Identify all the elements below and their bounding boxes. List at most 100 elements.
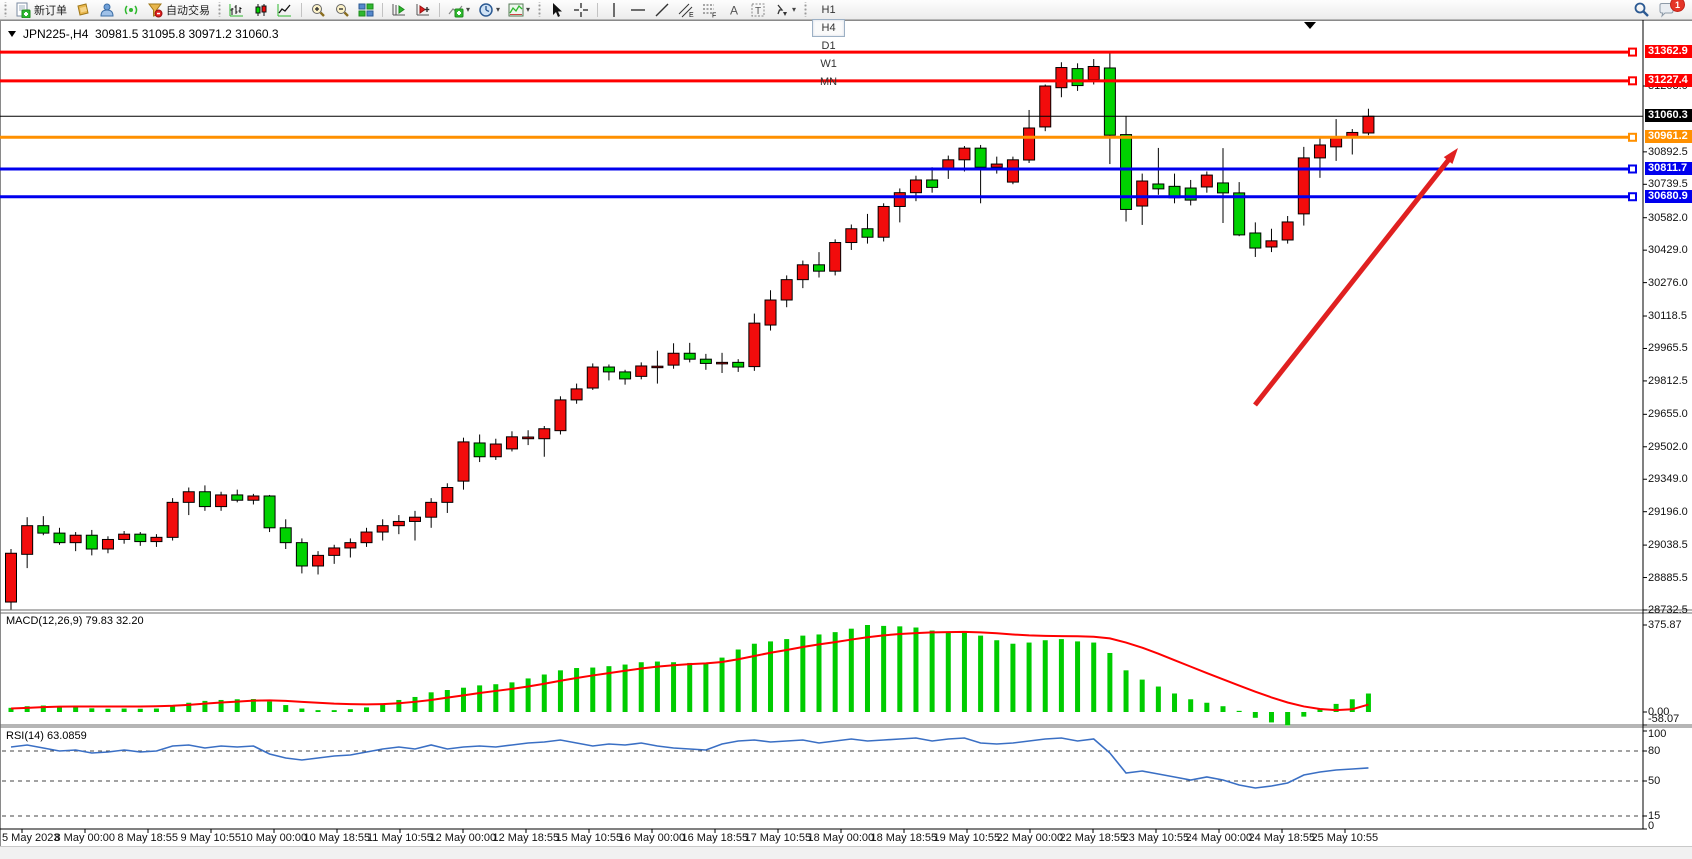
new-order-icon bbox=[15, 2, 31, 18]
toolbar-grip bbox=[537, 2, 542, 17]
periods-button[interactable]: ▾ bbox=[475, 1, 503, 18]
vertical-line-button[interactable] bbox=[603, 1, 625, 18]
price-tick-label: 30429.0 bbox=[1648, 244, 1692, 256]
notifications-button[interactable]: 1 bbox=[1655, 1, 1678, 18]
price-tick-label: 29196.0 bbox=[1648, 506, 1692, 518]
price-tick-label: 29965.5 bbox=[1648, 342, 1692, 354]
equidistant-channel-button[interactable]: E bbox=[675, 1, 697, 18]
horizontal-line-button[interactable] bbox=[627, 1, 649, 18]
macd-indicator-label: MACD(12,26,9) 79.83 32.20 bbox=[6, 615, 144, 627]
price-tick-label: 30582.0 bbox=[1648, 212, 1692, 224]
text-button[interactable]: A bbox=[723, 1, 745, 18]
macd-tick-label: -58.07 bbox=[1648, 713, 1692, 725]
time-axis-label: 8 May 00:00 bbox=[55, 832, 116, 844]
trendline-button[interactable] bbox=[651, 1, 673, 18]
autotrading-button[interactable]: 自动交易 bbox=[144, 1, 213, 18]
indicators-icon bbox=[448, 2, 464, 18]
text-label-button[interactable]: T bbox=[747, 1, 769, 18]
price-level-label: 30811.7 bbox=[1645, 162, 1692, 175]
zoom-out-button[interactable] bbox=[331, 1, 353, 18]
svg-text:F: F bbox=[712, 12, 716, 18]
price-level-label: 31362.9 bbox=[1645, 45, 1692, 58]
periods-icon bbox=[478, 2, 494, 18]
fibonacci-icon: F bbox=[702, 2, 718, 18]
new-order-label: 新订单 bbox=[34, 2, 67, 18]
cursor-button[interactable] bbox=[546, 1, 568, 18]
chart-title: JPN225-,H4 30981.5 31095.8 30971.2 31060… bbox=[8, 27, 279, 41]
zoom-in-icon bbox=[310, 2, 326, 18]
toolbar-grip bbox=[217, 2, 222, 17]
chart-canvas[interactable] bbox=[0, 0, 1692, 858]
cursor-icon bbox=[549, 2, 565, 18]
time-axis-label: 17 May 10:55 bbox=[745, 832, 812, 844]
price-tick-label: 28732.5 bbox=[1648, 604, 1692, 616]
arrows-button[interactable]: ▾ bbox=[771, 1, 799, 18]
indicators-button[interactable]: ▾ bbox=[445, 1, 473, 18]
timeframe-button-h1[interactable]: H1 bbox=[812, 1, 845, 19]
signals-button[interactable] bbox=[120, 1, 142, 18]
crosshair-button[interactable] bbox=[570, 1, 592, 18]
chart-shift-icon bbox=[415, 2, 431, 18]
price-tick-label: 29038.5 bbox=[1648, 539, 1692, 551]
autoscroll-button[interactable] bbox=[388, 1, 410, 18]
time-axis-label: 18 May 18:55 bbox=[871, 832, 938, 844]
price-tick-label: 30118.5 bbox=[1648, 310, 1692, 322]
price-level-label: 30961.2 bbox=[1645, 130, 1692, 143]
svg-text:T: T bbox=[755, 6, 761, 17]
templates-button[interactable]: ▾ bbox=[505, 1, 533, 18]
bar-chart-button[interactable] bbox=[226, 1, 248, 18]
chart-shift-button[interactable] bbox=[412, 1, 434, 18]
time-axis-label: 10 May 00:00 bbox=[241, 832, 308, 844]
community-button[interactable] bbox=[96, 1, 118, 18]
bar-chart-icon bbox=[229, 2, 245, 18]
price-level-label: 30680.9 bbox=[1645, 190, 1692, 203]
price-tick-label: 30892.5 bbox=[1648, 146, 1692, 158]
line-chart-icon bbox=[277, 2, 293, 18]
time-axis-label: 11 May 10:55 bbox=[367, 832, 433, 844]
candle-chart-icon bbox=[253, 2, 269, 18]
signals-icon bbox=[123, 2, 139, 18]
macd-tick-label: 375.87 bbox=[1648, 619, 1692, 631]
time-axis-label: 5 May 2023 bbox=[2, 832, 59, 844]
autotrading-icon bbox=[147, 2, 163, 18]
time-axis-label: 16 May 18:55 bbox=[682, 832, 749, 844]
trendline-icon bbox=[654, 2, 670, 18]
chart-symbol-period: JPN225-,H4 bbox=[23, 27, 88, 41]
timeframe-button-d1[interactable]: D1 bbox=[812, 37, 845, 55]
time-axis-label: 12 May 00:00 bbox=[430, 832, 497, 844]
chevron-down-icon: ▾ bbox=[792, 5, 796, 14]
price-tick-label: 28885.5 bbox=[1648, 572, 1692, 584]
new-order-button[interactable]: 新订单 bbox=[12, 1, 70, 18]
search-icon bbox=[1633, 1, 1650, 18]
price-tick-label: 29655.0 bbox=[1648, 408, 1692, 420]
candle-chart-button[interactable] bbox=[250, 1, 272, 18]
search-button[interactable] bbox=[1630, 1, 1653, 18]
timeframe-button-h4[interactable]: H4 bbox=[812, 19, 845, 37]
profiles-button[interactable] bbox=[72, 1, 94, 18]
community-icon bbox=[99, 2, 115, 18]
zoom-out-icon bbox=[334, 2, 350, 18]
toolbar: 新订单 自动交易 bbox=[0, 0, 1692, 20]
timeframe-button-mn[interactable]: MN bbox=[812, 73, 845, 91]
time-axis-label: 25 May 10:55 bbox=[1312, 832, 1379, 844]
fibonacci-button[interactable]: F bbox=[699, 1, 721, 18]
rsi-indicator-label: RSI(14) 63.0859 bbox=[6, 730, 87, 742]
time-axis-label: 18 May 00:00 bbox=[808, 832, 875, 844]
chevron-down-icon: ▾ bbox=[526, 5, 530, 14]
time-axis-label: 24 May 00:00 bbox=[1186, 832, 1253, 844]
time-axis-label: 12 May 18:55 bbox=[493, 832, 560, 844]
time-axis-label: 16 May 00:00 bbox=[619, 832, 686, 844]
time-axis-label: 23 May 10:55 bbox=[1123, 832, 1190, 844]
chart-ohlc-values: 30981.5 31095.8 30971.2 31060.3 bbox=[95, 27, 279, 41]
timeframe-button-w1[interactable]: W1 bbox=[812, 55, 845, 73]
tile-windows-icon bbox=[358, 2, 374, 18]
price-tick-label: 29502.0 bbox=[1648, 441, 1692, 453]
time-axis-label: 15 May 10:55 bbox=[556, 832, 623, 844]
zoom-in-button[interactable] bbox=[307, 1, 329, 18]
chart-dropdown-icon[interactable] bbox=[8, 31, 16, 37]
price-tick-label: 30276.0 bbox=[1648, 277, 1692, 289]
rsi-tick-label: 0 bbox=[1648, 820, 1692, 832]
arrows-icon bbox=[774, 2, 790, 18]
tile-windows-button[interactable] bbox=[355, 1, 377, 18]
line-chart-button[interactable] bbox=[274, 1, 296, 18]
